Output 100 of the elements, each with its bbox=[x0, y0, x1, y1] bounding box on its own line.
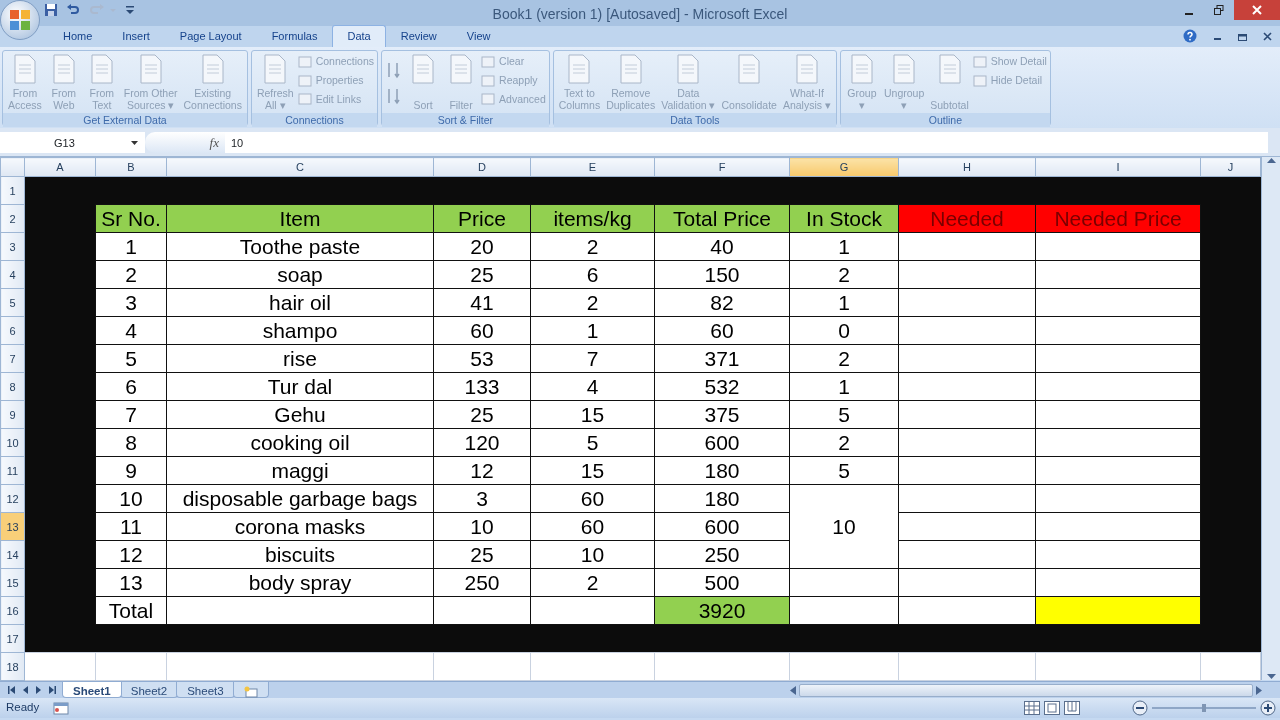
row-header[interactable]: 6 bbox=[0, 316, 25, 345]
row-header[interactable]: 9 bbox=[0, 400, 25, 429]
window-title: Book1 (version 1) [Autosaved] - Microsoft Excel bbox=[491, 5, 789, 24]
table-cell: 5 bbox=[530, 428, 655, 457]
table-cell: 6 bbox=[530, 260, 655, 289]
table-cell: 7 bbox=[530, 344, 655, 373]
zoom-slider[interactable] bbox=[1152, 703, 1256, 713]
vertical-scrollbar[interactable] bbox=[1261, 157, 1280, 680]
table-cell: 1 bbox=[789, 232, 899, 261]
close-icon[interactable] bbox=[1263, 31, 1272, 41]
table-cell: 600 bbox=[654, 428, 790, 457]
table-cell: 60 bbox=[530, 484, 655, 513]
table-cell: 500 bbox=[654, 568, 790, 597]
ribbon-tab[interactable]: Review bbox=[385, 24, 452, 47]
table-cell: 12 bbox=[95, 540, 167, 569]
table-cell: 180 bbox=[654, 456, 790, 485]
first-sheet-icon[interactable] bbox=[8, 686, 15, 694]
scroll-right-icon[interactable] bbox=[1256, 685, 1262, 695]
name-box[interactable]: G13 bbox=[0, 132, 145, 153]
row-header[interactable]: 5 bbox=[0, 288, 25, 317]
zoom-out-icon[interactable] bbox=[1132, 700, 1148, 716]
table-cell: 10 bbox=[433, 512, 531, 541]
row-header[interactable]: 18 bbox=[0, 652, 25, 681]
row-header[interactable]: 10 bbox=[0, 428, 25, 457]
table-cell: 6 bbox=[95, 372, 167, 401]
column-header[interactable]: A bbox=[24, 157, 96, 177]
formula-field[interactable]: 10 bbox=[225, 132, 1268, 153]
close-button[interactable] bbox=[1234, 0, 1280, 20]
row-header[interactable]: 1 bbox=[0, 176, 25, 205]
sheet-tab[interactable]: Sheet2 bbox=[119, 682, 179, 698]
next-sheet-icon[interactable] bbox=[36, 686, 41, 694]
column-header[interactable]: J bbox=[1200, 157, 1261, 177]
table-cell: 150 bbox=[654, 260, 790, 289]
page-layout-view-icon[interactable] bbox=[1044, 701, 1060, 715]
ribbon-tab[interactable]: Insert bbox=[107, 24, 165, 47]
scroll-left-icon[interactable] bbox=[790, 685, 796, 695]
save-icon[interactable] bbox=[44, 3, 58, 17]
row-header[interactable]: 11 bbox=[0, 456, 25, 485]
table-cell: 40 bbox=[654, 232, 790, 261]
table-cell: body spray bbox=[166, 568, 434, 597]
zoom-thumb[interactable] bbox=[1202, 704, 1206, 712]
table-cell: 60 bbox=[530, 512, 655, 541]
undo-icon[interactable] bbox=[66, 3, 80, 17]
column-header[interactable]: D bbox=[433, 157, 531, 177]
ribbon-tab[interactable]: Home bbox=[48, 24, 108, 47]
table-cell: 25 bbox=[433, 260, 531, 289]
row-header[interactable]: 12 bbox=[0, 484, 25, 513]
column-header[interactable]: E bbox=[530, 157, 655, 177]
page-break-view-icon[interactable] bbox=[1064, 701, 1080, 715]
column-header-cell: Total Price bbox=[654, 204, 790, 233]
column-header[interactable]: C bbox=[166, 157, 434, 177]
table-cell: 4 bbox=[95, 316, 167, 345]
table-cell: hair oil bbox=[166, 288, 434, 317]
ribbon-tab[interactable]: View bbox=[451, 24, 506, 47]
table-cell: 2 bbox=[530, 288, 655, 317]
column-header[interactable]: I bbox=[1035, 157, 1201, 177]
table-cell: 532 bbox=[654, 372, 790, 401]
insert-sheet-button[interactable] bbox=[232, 682, 269, 698]
normal-view-icon[interactable] bbox=[1024, 701, 1040, 715]
row-header[interactable]: 3 bbox=[0, 232, 25, 261]
sheet-tab[interactable]: Sheet1 bbox=[62, 682, 122, 698]
table-cell: maggi bbox=[166, 456, 434, 485]
macro-recording-icon[interactable] bbox=[53, 701, 70, 715]
office-logo-icon bbox=[9, 9, 31, 31]
ribbon-tab[interactable]: Formulas bbox=[256, 24, 333, 47]
close-icon bbox=[1252, 5, 1262, 15]
table-cell: 60 bbox=[433, 316, 531, 345]
column-header-cell: Item bbox=[166, 204, 434, 233]
row-header[interactable]: 16 bbox=[0, 596, 25, 625]
insert-function-button[interactable]: fx bbox=[209, 132, 219, 153]
horizontal-scrollbar[interactable] bbox=[799, 683, 1253, 697]
table-cell: soap bbox=[166, 260, 434, 289]
table-cell: 4 bbox=[530, 372, 655, 401]
restore-icon bbox=[1214, 5, 1224, 15]
row-header[interactable]: 14 bbox=[0, 540, 25, 569]
column-header[interactable]: F bbox=[654, 157, 790, 177]
table-cell: Toothe paste bbox=[166, 232, 434, 261]
table-cell: cooking oil bbox=[166, 428, 434, 457]
row-header[interactable]: 7 bbox=[0, 344, 25, 373]
row-header[interactable]: 13 bbox=[0, 512, 25, 541]
row-header[interactable]: 2 bbox=[0, 204, 25, 233]
help-icon[interactable] bbox=[1183, 29, 1197, 43]
customize-icon[interactable] bbox=[126, 5, 134, 15]
row-header[interactable]: 4 bbox=[0, 260, 25, 289]
row-header[interactable]: 8 bbox=[0, 372, 25, 401]
row-header[interactable]: 15 bbox=[0, 568, 25, 597]
ribbon-tab[interactable]: Page Layout bbox=[164, 24, 257, 47]
office-button[interactable] bbox=[0, 0, 40, 40]
row-header[interactable]: 17 bbox=[0, 624, 25, 653]
column-header[interactable]: G bbox=[789, 157, 899, 177]
table-cell: 3 bbox=[95, 288, 167, 317]
previous-sheet-icon[interactable] bbox=[23, 686, 28, 694]
restore-icon[interactable] bbox=[1238, 31, 1247, 41]
column-header[interactable]: H bbox=[898, 157, 1036, 177]
zoom-in-icon[interactable] bbox=[1260, 700, 1276, 716]
last-sheet-icon[interactable] bbox=[49, 686, 56, 694]
column-header[interactable]: B bbox=[95, 157, 167, 177]
sheet-tab[interactable]: Sheet3 bbox=[176, 682, 235, 698]
ribbon-tab[interactable]: Data bbox=[332, 24, 386, 47]
group-label: Get External Data bbox=[3, 113, 247, 127]
